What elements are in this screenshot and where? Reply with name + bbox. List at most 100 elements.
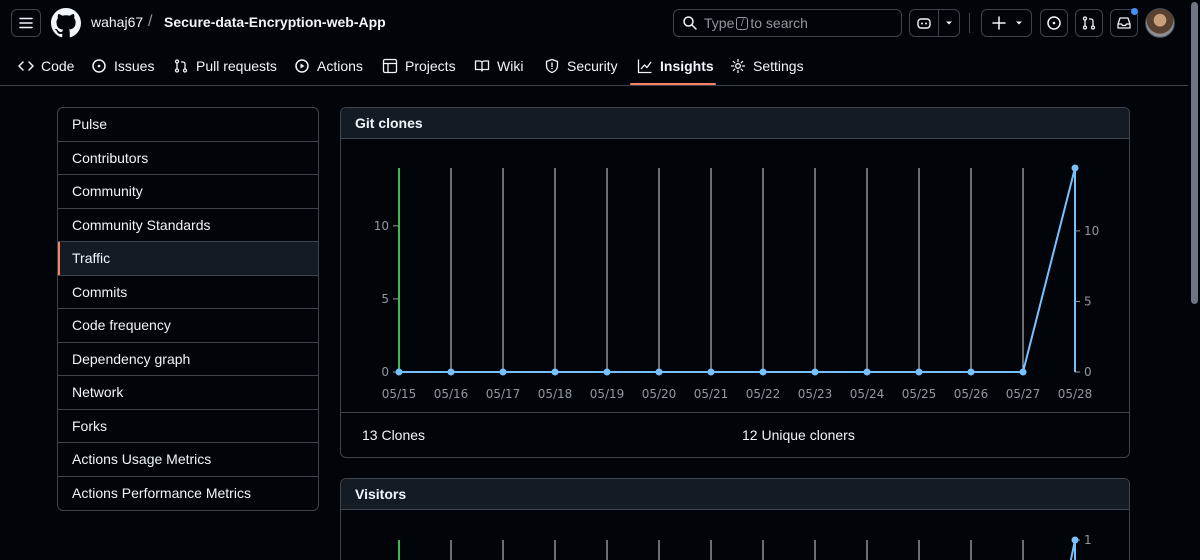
git-pull-request-icon	[174, 59, 188, 73]
plus-icon	[991, 16, 1006, 30]
clones-unique: 12 Unique cloners	[742, 427, 855, 443]
tab-label: Code	[41, 58, 75, 74]
sidebar-item-network[interactable]: Network	[58, 376, 318, 410]
data-point	[811, 368, 819, 376]
series-line	[399, 167, 1076, 373]
hamburger-icon	[19, 17, 33, 29]
copilot-icon	[917, 18, 931, 29]
x-tick-label: 05/19	[590, 387, 625, 401]
y-tick-label: 5	[1084, 294, 1092, 308]
gear-icon	[730, 58, 746, 74]
tab-insights[interactable]: Insights	[637, 56, 714, 76]
tab-label: Pull requests	[196, 58, 277, 74]
x-tick-label: 05/23	[798, 387, 833, 401]
issues-button[interactable]	[1040, 9, 1068, 37]
tab-pull-requests[interactable]: Pull requests	[173, 56, 277, 76]
data-point	[1019, 368, 1027, 376]
data-point	[1071, 164, 1079, 172]
x-tick-label: 05/27	[1006, 387, 1041, 401]
search-prefix: Type	[704, 15, 735, 31]
tab-issues[interactable]: Issues	[91, 56, 154, 76]
git-clones-panel: Git clones 05/15 05/16 05/17 05/18 05/19 05/2…	[340, 107, 1130, 458]
visitors-panel: Visitors 1	[340, 478, 1130, 560]
x-tick-label: 05/21	[694, 387, 729, 401]
active-tab-indicator	[630, 83, 716, 85]
sidebar-item-forks[interactable]: Forks	[58, 410, 318, 443]
tab-wiki[interactable]: Wiki	[474, 56, 523, 76]
github-logo-icon[interactable]	[51, 8, 81, 38]
chevron-down-icon	[1015, 21, 1022, 25]
clones-total: 13 Clones	[362, 427, 426, 443]
tab-label: Actions	[317, 58, 363, 74]
data-point	[447, 368, 455, 376]
git-pull-request-icon	[1082, 16, 1096, 30]
tab-code[interactable]: Code	[18, 56, 74, 76]
x-tick-label: 05/28	[1058, 387, 1093, 401]
y-tick-label: 0	[1084, 365, 1092, 379]
menu-button[interactable]	[11, 9, 41, 37]
x-tick-label: 05/25	[902, 387, 937, 401]
tab-label: Projects	[405, 58, 456, 74]
data-point	[395, 368, 403, 376]
visitors-chart: 1	[398, 533, 1092, 560]
repo-owner-link[interactable]: wahaj67	[91, 14, 143, 30]
sidebar-item-commits[interactable]: Commits	[58, 276, 318, 309]
panel-title: Visitors	[341, 479, 1129, 510]
data-point	[499, 368, 507, 376]
x-tick-label: 05/20	[642, 387, 677, 401]
table-icon	[382, 58, 398, 74]
tab-label: Security	[567, 58, 618, 74]
play-icon	[295, 59, 309, 73]
issue-opened-icon	[92, 59, 106, 73]
path-separator: /	[148, 13, 153, 30]
sidebar-item-code-frequency[interactable]: Code frequency	[58, 309, 318, 343]
data-point	[967, 368, 975, 376]
tab-label: Wiki	[497, 58, 524, 74]
tab-settings[interactable]: Settings	[730, 56, 804, 76]
search-icon	[683, 16, 697, 30]
notification-indicator	[1131, 8, 1138, 15]
series-line	[1069, 539, 1076, 560]
y-tick-label: 5	[381, 292, 389, 306]
tab-label: Insights	[660, 58, 714, 74]
sidebar-item-dependency-graph[interactable]: Dependency graph	[58, 343, 318, 376]
data-point	[863, 368, 871, 376]
tab-security[interactable]: Security	[544, 56, 618, 76]
avatar[interactable]	[1145, 8, 1175, 38]
y-tick-label: 0	[381, 365, 389, 379]
panel-title: Git clones	[341, 108, 1129, 139]
sidebar-item-community[interactable]: Community	[58, 175, 318, 209]
sidebar-item-pulse[interactable]: Pulse	[58, 108, 318, 142]
copilot-button[interactable]	[909, 9, 960, 37]
search-shortcut-key: /	[736, 16, 749, 30]
sidebar-item-community-standards[interactable]: Community Standards	[58, 209, 318, 242]
scrollbar-thumb[interactable]	[1191, 2, 1198, 304]
shield-icon	[545, 58, 559, 74]
sidebar-item-actions-usage-metrics[interactable]: Actions Usage Metrics	[58, 443, 318, 477]
app-header: wahaj67 / Secure-data-Encryption-web-App…	[0, 0, 1200, 86]
data-point	[915, 368, 923, 376]
repo-nav: Code Issues Pull requests Actions Projec…	[0, 46, 1200, 86]
pull-requests-button[interactable]	[1075, 9, 1103, 37]
sidebar-item-traffic[interactable]: Traffic	[58, 242, 318, 276]
sidebar-item-contributors[interactable]: Contributors	[58, 142, 318, 175]
sidebar-item-actions-performance-metrics[interactable]: Actions Performance Metrics	[58, 477, 318, 511]
repo-name-link[interactable]: Secure-data-Encryption-web-App	[164, 14, 386, 30]
x-tick-label: 05/26	[954, 387, 989, 401]
clones-summary: 13 Clones 12 Unique cloners	[341, 412, 1129, 457]
data-point	[707, 368, 715, 376]
tab-label: Issues	[114, 58, 155, 74]
x-tick-label: 05/18	[538, 387, 573, 401]
top-bar: wahaj67 / Secure-data-Encryption-web-App…	[0, 0, 1200, 46]
book-icon	[474, 60, 490, 72]
tab-projects[interactable]: Projects	[382, 56, 456, 76]
tab-actions[interactable]: Actions	[294, 56, 363, 76]
y-tick-label: 10	[374, 219, 389, 233]
create-new-button[interactable]	[981, 9, 1032, 37]
search-input[interactable]: Type / to search	[673, 9, 902, 37]
search-suffix: to search	[750, 15, 808, 31]
y-tick-label: 1	[1084, 533, 1092, 547]
y-tick-label: 10	[1084, 224, 1099, 238]
graph-icon	[637, 59, 652, 74]
chevron-down-icon	[946, 21, 952, 25]
